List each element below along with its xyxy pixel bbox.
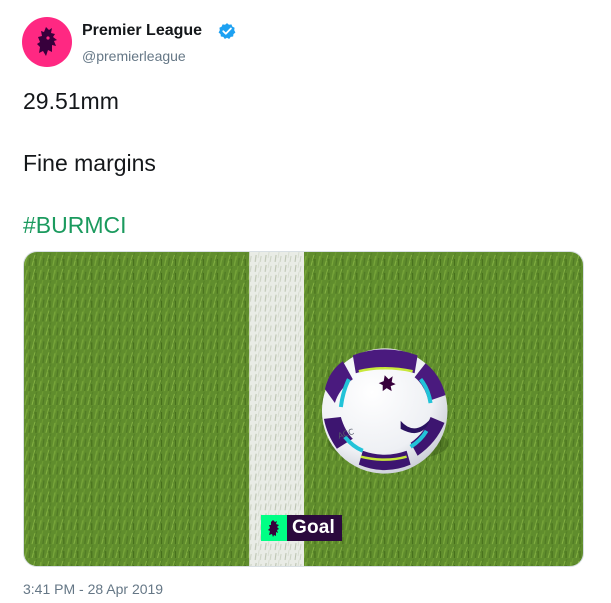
avatar[interactable] bbox=[22, 17, 72, 67]
goal-badge: Goal bbox=[261, 515, 343, 541]
verified-badge-icon bbox=[218, 23, 236, 39]
premier-league-lion-icon bbox=[261, 515, 287, 541]
tweet-text-line: 29.51mm bbox=[23, 88, 119, 114]
author-handle[interactable]: @premierleague bbox=[82, 48, 186, 64]
football-icon: ACC bbox=[321, 348, 449, 474]
tweet-media-image[interactable]: ACC Goal bbox=[23, 251, 584, 567]
tweet-timestamp[interactable]: 3:41 PM - 28 Apr 2019 bbox=[23, 581, 163, 597]
premier-league-lion-icon bbox=[37, 27, 57, 56]
hashtag-link[interactable]: #BURMCI bbox=[23, 212, 127, 239]
author-name[interactable]: Premier League bbox=[82, 22, 202, 40]
goal-label: Goal bbox=[292, 517, 336, 538]
tweet-text-line: Fine margins bbox=[23, 150, 156, 176]
tweet-card: Premier League @premierleague 29.51mm Fi… bbox=[0, 0, 611, 603]
